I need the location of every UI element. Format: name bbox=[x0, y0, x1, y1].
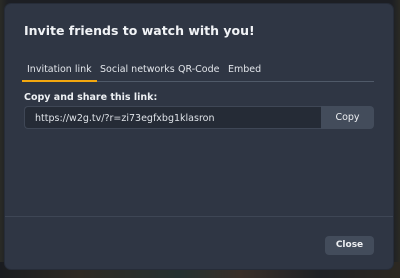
invite-dialog: Invite friends to watch with you! Invita… bbox=[5, 4, 393, 269]
copy-button[interactable]: Copy bbox=[321, 106, 374, 129]
invitation-link-field[interactable]: https://w2g.tv/?r=zi73egfxbg1klasron bbox=[24, 106, 321, 129]
close-button[interactable]: Close bbox=[325, 236, 374, 255]
invite-tabs: Invitation link Social networks QR-Code … bbox=[22, 61, 374, 82]
share-link-label: Copy and share this link: bbox=[24, 92, 158, 103]
tab-embed[interactable]: Embed bbox=[228, 62, 261, 80]
tab-qr-code[interactable]: QR-Code bbox=[178, 62, 219, 80]
dialog-title: Invite friends to watch with you! bbox=[24, 23, 255, 38]
footer-divider bbox=[5, 216, 393, 217]
tab-social-networks[interactable]: Social networks bbox=[100, 62, 175, 80]
tab-invitation-link[interactable]: Invitation link bbox=[22, 62, 97, 82]
